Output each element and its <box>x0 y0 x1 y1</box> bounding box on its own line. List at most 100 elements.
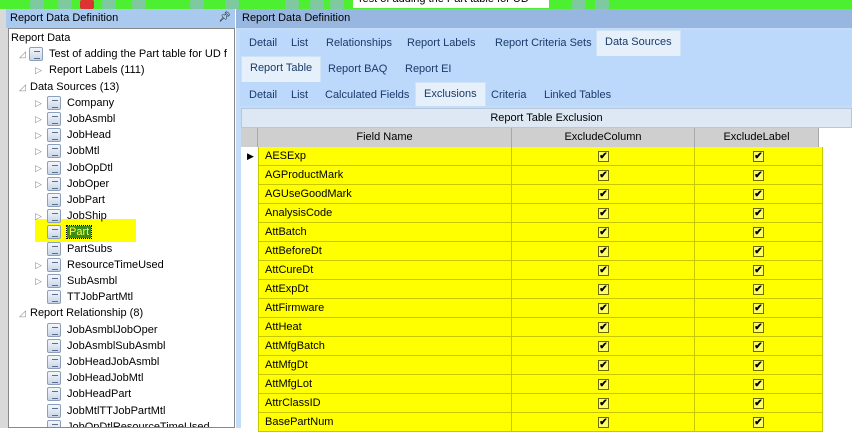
expand-arrow-icon[interactable]: ▷ <box>35 65 45 76</box>
row-indicator[interactable] <box>241 261 251 280</box>
tree-node-relationship[interactable]: JobHeadPart <box>67 386 131 402</box>
table-row[interactable]: AttHeat ✔ ✔ <box>241 318 823 337</box>
expand-arrow-icon[interactable]: ▷ <box>35 146 45 157</box>
tree-node-source[interactable]: JobOpDtl <box>67 160 113 176</box>
tree-node-source[interactable]: TTJobPartMtl <box>67 289 133 305</box>
tree-node-relationship[interactable]: JobAsmblJobOper <box>67 322 158 338</box>
tree-node-source[interactable]: ResourceTimeUsed <box>67 257 164 273</box>
field-name-cell[interactable]: AttBeforeDt <box>258 242 512 261</box>
column-header-exclude-label[interactable]: ExcludeLabel <box>695 128 819 147</box>
exclude-column-checkbox[interactable]: ✔ <box>598 227 609 238</box>
exclude-label-checkbox[interactable]: ✔ <box>753 265 764 276</box>
toolbar-button[interactable] <box>285 0 299 9</box>
field-name-cell[interactable]: AttMfgLot <box>258 375 512 394</box>
exclude-label-checkbox[interactable]: ✔ <box>753 360 764 371</box>
table-row[interactable]: AttrClassID ✔ ✔ <box>241 394 823 413</box>
exclude-column-checkbox[interactable]: ✔ <box>598 189 609 200</box>
row-indicator[interactable] <box>241 166 251 185</box>
expand-arrow-icon[interactable]: ▷ <box>35 98 45 109</box>
table-row[interactable]: AttBatch ✔ ✔ <box>241 223 823 242</box>
collapse-arrow-icon[interactable]: ◿ <box>19 308 29 319</box>
tab-report-criteria-sets[interactable]: Report Criteria Sets <box>487 30 600 56</box>
expand-arrow-icon[interactable]: ▷ <box>35 211 45 222</box>
row-indicator[interactable] <box>241 413 251 432</box>
field-name-cell[interactable]: AttBatch <box>258 223 512 242</box>
expand-arrow-icon[interactable]: ▷ <box>35 130 45 141</box>
tree-node-source[interactable]: Part <box>65 224 93 240</box>
exclude-column-checkbox[interactable]: ✔ <box>598 170 609 181</box>
first-record-button[interactable] <box>310 0 324 9</box>
exclude-label-checkbox[interactable]: ✔ <box>753 284 764 295</box>
tab-detail[interactable]: Detail <box>241 82 285 106</box>
table-row[interactable]: AGProductMark ✔ ✔ <box>241 166 823 185</box>
tree-node-source[interactable]: JobMtl <box>67 143 99 159</box>
exclude-label-checkbox[interactable]: ✔ <box>753 398 764 409</box>
field-name-cell[interactable]: AGUseGoodMark <box>258 185 512 204</box>
exclude-label-checkbox[interactable]: ✔ <box>753 322 764 333</box>
exclude-column-checkbox[interactable]: ✔ <box>598 360 609 371</box>
tree-node-source[interactable]: SubAsmbl <box>67 273 117 289</box>
row-indicator[interactable] <box>241 223 251 242</box>
field-name-cell[interactable]: AttExpDt <box>258 280 512 299</box>
tab-list[interactable]: List <box>283 82 316 106</box>
toolbar-button[interactable] <box>102 0 116 9</box>
expand-arrow-icon[interactable]: ▷ <box>35 179 45 190</box>
row-indicator[interactable] <box>241 337 251 356</box>
tab-criteria[interactable]: Criteria <box>483 82 534 106</box>
tree-node-source[interactable]: PartSubs <box>67 241 112 257</box>
last-record-button[interactable] <box>595 0 609 9</box>
table-row[interactable]: AnalysisCode ✔ ✔ <box>241 204 823 223</box>
field-name-cell[interactable]: AnalysisCode <box>258 204 512 223</box>
expand-arrow-icon[interactable]: ▷ <box>35 276 45 287</box>
exclude-label-checkbox[interactable]: ✔ <box>753 151 764 162</box>
field-name-cell[interactable]: AttMfgDt <box>258 356 512 375</box>
row-indicator[interactable] <box>241 185 251 204</box>
field-name-cell[interactable]: AGProductMark <box>258 166 512 185</box>
toolbar-button[interactable] <box>190 0 204 9</box>
table-row[interactable]: AttMfgLot ✔ ✔ <box>241 375 823 394</box>
table-row[interactable]: BasePartNum ✔ ✔ <box>241 413 823 432</box>
tree-node-relationship[interactable]: JobOpDtlResourceTimeUsed <box>67 419 210 427</box>
tree-node-report-labels[interactable]: Report Labels (111) <box>49 62 145 78</box>
table-row[interactable]: AttExpDt ✔ ✔ <box>241 280 823 299</box>
toolbar-button[interactable] <box>132 0 146 9</box>
row-indicator[interactable] <box>241 299 251 318</box>
toolbar-button[interactable] <box>225 0 239 9</box>
table-row[interactable]: AttFirmware ✔ ✔ <box>241 299 823 318</box>
table-row[interactable]: ▶ AESExp ✔ ✔ <box>241 147 823 166</box>
tree-node-source[interactable]: JobShip <box>67 208 107 224</box>
column-header-exclude-column[interactable]: ExcludeColumn <box>512 128 695 147</box>
tree-node-source[interactable]: Company <box>67 95 114 111</box>
table-row[interactable]: AttMfgBatch ✔ ✔ <box>241 337 823 356</box>
exclude-column-checkbox[interactable]: ✔ <box>598 303 609 314</box>
tree-node-relationship[interactable]: JobHeadJobMtl <box>67 370 143 386</box>
field-name-cell[interactable]: AttrClassID <box>258 394 512 413</box>
exclude-label-checkbox[interactable]: ✔ <box>753 341 764 352</box>
row-indicator[interactable] <box>241 375 251 394</box>
table-row[interactable]: AttBeforeDt ✔ ✔ <box>241 242 823 261</box>
tree-root[interactable]: Report Data <box>11 30 70 46</box>
exclude-column-checkbox[interactable]: ✔ <box>598 379 609 390</box>
tab-exclusions[interactable]: Exclusions <box>415 82 486 106</box>
exclude-column-checkbox[interactable]: ✔ <box>598 417 609 428</box>
row-indicator[interactable] <box>241 394 251 413</box>
field-name-cell[interactable]: BasePartNum <box>258 413 512 432</box>
row-indicator[interactable] <box>241 204 251 223</box>
exclude-column-checkbox[interactable]: ✔ <box>598 341 609 352</box>
record-navigator-input[interactable]: Test of adding the Part table for UD <box>353 0 549 8</box>
exclude-label-checkbox[interactable]: ✔ <box>753 227 764 238</box>
tree-node-source[interactable]: JobOper <box>67 176 109 192</box>
exclude-label-checkbox[interactable]: ✔ <box>753 170 764 181</box>
tab-data-sources[interactable]: Data Sources <box>596 30 681 56</box>
save-button[interactable] <box>58 0 72 9</box>
table-row[interactable]: AGUseGoodMark ✔ ✔ <box>241 185 823 204</box>
tree-node-relationships[interactable]: Report Relationship (8) <box>30 305 143 321</box>
field-name-cell[interactable]: AttFirmware <box>258 299 512 318</box>
table-row[interactable]: AttCureDt ✔ ✔ <box>241 261 823 280</box>
collapse-arrow-icon[interactable]: ◿ <box>19 49 29 60</box>
expand-arrow-icon[interactable]: ▷ <box>35 114 45 125</box>
next-record-button[interactable] <box>572 0 586 9</box>
prev-record-button[interactable] <box>330 0 344 9</box>
toolbar-button[interactable] <box>30 0 44 9</box>
tab-calculated-fields[interactable]: Calculated Fields <box>317 82 417 106</box>
